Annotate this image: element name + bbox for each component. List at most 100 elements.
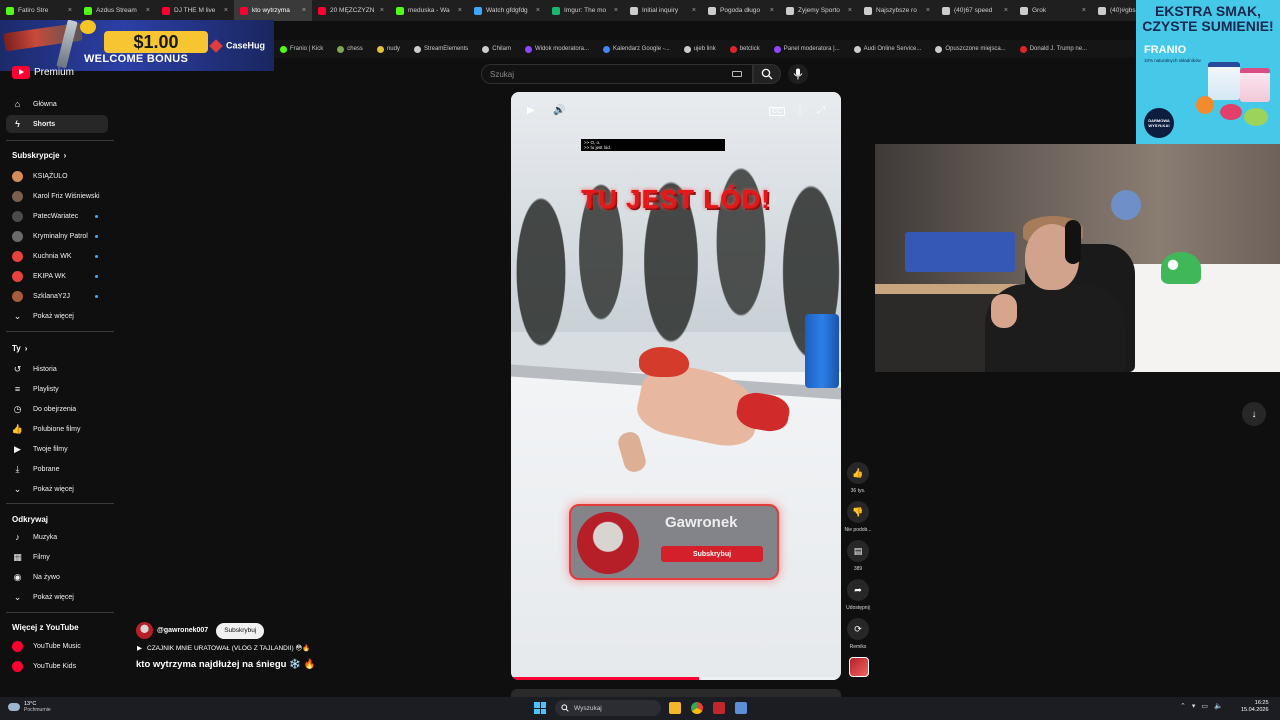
close-icon[interactable]: × — [614, 7, 618, 14]
weather-widget[interactable]: 13°C Pochmurnie — [8, 701, 51, 713]
channel-avatar[interactable] — [136, 622, 153, 639]
bookmark-link[interactable]: Kalendarz Google -... — [603, 45, 670, 53]
sidebar-item[interactable]: KSIĄŻULO — [6, 167, 108, 185]
chrome-icon[interactable] — [691, 702, 703, 714]
volume-icon[interactable]: 🔊 — [553, 105, 565, 116]
file-explorer-icon[interactable] — [669, 702, 681, 714]
sidebar-item[interactable]: PatecWariatec — [6, 207, 108, 225]
sidebar-item[interactable]: Karol Friz Wiśniewski — [6, 187, 108, 205]
captions-icon[interactable]: CC — [769, 107, 786, 116]
tray-icon[interactable]: ▾ — [1192, 702, 1196, 710]
sidebar-item[interactable]: Kryminalny Patrol — [6, 227, 108, 245]
browser-tab[interactable]: Najszybsze ro × — [858, 0, 936, 21]
dislike-button[interactable]: 👎 Nie podob... — [843, 501, 873, 533]
windows-start-icon[interactable] — [534, 702, 546, 714]
bookmark-link[interactable]: StreamElements — [413, 45, 468, 53]
sidebar-item[interactable]: 👍 Polubione filmy — [6, 420, 108, 438]
next-short-preview[interactable] — [511, 689, 841, 697]
bookmark-link[interactable]: Panel moderatora |... — [773, 45, 840, 53]
bookmark-link[interactable]: Audi Online Service... — [853, 45, 921, 53]
browser-tab[interactable]: (40)67 speed × — [936, 0, 1014, 21]
sidebar-item[interactable]: YouTube Kids — [6, 657, 108, 675]
related-video-link[interactable]: ▶ CZAJNIK MNIE URATOWAŁ (VLOG Z TAJLANDI… — [137, 644, 310, 652]
close-icon[interactable]: × — [302, 7, 306, 14]
browser-tab[interactable]: Żyjemy Sporto × — [780, 0, 858, 21]
subscribe-button[interactable]: Subskrybuj — [216, 622, 265, 639]
fullscreen-icon[interactable]: ⤢ — [817, 105, 825, 116]
settings-icon[interactable] — [735, 702, 747, 714]
sidebar-item[interactable]: EKIPA WK — [6, 267, 108, 285]
bookmark-link[interactable]: nudy — [376, 45, 400, 53]
network-icon[interactable]: ▭ — [1201, 702, 1208, 710]
bookmark-link[interactable]: betclick — [729, 45, 760, 53]
sound-thumbnail[interactable] — [849, 657, 869, 677]
casehug-ad-banner[interactable]: $1.00 WELCOME BONUS CaseHug — [0, 20, 274, 71]
remix-button[interactable]: ⟳ Remiks — [843, 618, 873, 650]
sidebar-item[interactable]: YouTube Music — [6, 637, 108, 655]
bookmark-link[interactable]: chess — [337, 45, 363, 53]
sidebar-item[interactable]: ◷ Do obejrzenia — [6, 400, 108, 418]
close-icon[interactable]: × — [458, 7, 462, 14]
system-tray[interactable]: ⌃ ▾ ▭ 🔈 — [1180, 702, 1223, 710]
sidebar-item[interactable]: ▦ Filmy — [6, 548, 108, 566]
sidebar-item[interactable]: ⌄ Pokaż więcej — [6, 480, 108, 498]
close-icon[interactable]: × — [224, 7, 228, 14]
close-icon[interactable]: × — [848, 7, 852, 14]
bookmark-link[interactable]: Franio | Kick — [280, 45, 323, 53]
sidebar-item[interactable]: ⌄ Pokaż więcej — [6, 307, 108, 325]
browser-tab[interactable]: kto wytrzyma × — [234, 0, 312, 21]
play-icon[interactable]: ▶ — [527, 105, 535, 116]
sidebar-item[interactable]: ϟ Shorts — [6, 115, 108, 133]
next-short-button[interactable]: ↓ — [1242, 402, 1266, 426]
bookmark-link[interactable]: Widok moderatora... — [524, 45, 589, 53]
close-icon[interactable]: × — [68, 7, 72, 14]
close-icon[interactable]: × — [692, 7, 696, 14]
search-input[interactable]: Szukaj — [481, 64, 753, 84]
browser-tab[interactable]: Watch gfdgfdg × — [468, 0, 546, 21]
bookmark-link[interactable]: Chilam — [482, 45, 511, 53]
sidebar-section-header[interactable]: Ty › — [12, 344, 27, 353]
keyboard-icon[interactable] — [732, 71, 742, 77]
browser-tab[interactable]: 20 MĘŻCZYZN × — [312, 0, 390, 21]
browser-tab[interactable]: meduska - Wa × — [390, 0, 468, 21]
close-icon[interactable]: × — [380, 7, 384, 14]
system-clock[interactable]: 16:25 15.04.2026 — [1241, 700, 1269, 714]
close-icon[interactable]: × — [1004, 7, 1008, 14]
browser-tab[interactable]: Pogoda długo × — [702, 0, 780, 21]
browser-tab[interactable]: DJ THE M live × — [156, 0, 234, 21]
sidebar-item[interactable]: ⤓ Pobrane — [6, 460, 108, 478]
youtube-logo[interactable]: Premium — [12, 66, 74, 79]
bookmark-link[interactable]: Opuszczone miejsca... — [935, 45, 1006, 53]
sidebar-item[interactable]: ≡ Playlisty — [6, 380, 108, 398]
sidebar-item[interactable]: ♪ Muzyka — [6, 528, 108, 546]
sidebar-item[interactable]: Kuchnia WK — [6, 247, 108, 265]
browser-tab[interactable]: Grok × — [1014, 0, 1092, 21]
sidebar-item[interactable]: ⌂ Główna — [6, 95, 108, 113]
close-icon[interactable]: × — [770, 7, 774, 14]
sidebar-item[interactable]: ▶ Twoje filmy — [6, 440, 108, 458]
sidebar-item[interactable]: SzklanaY2J — [6, 287, 108, 305]
browser-tab[interactable]: Imgur: The mo × — [546, 0, 624, 21]
close-icon[interactable]: × — [1082, 7, 1086, 14]
close-icon[interactable]: × — [146, 7, 150, 14]
voice-search-button[interactable] — [788, 64, 808, 84]
like-button[interactable]: 👍 36 tys. — [843, 462, 873, 494]
sidebar-item[interactable]: ⌄ Pokaż więcej — [6, 588, 108, 606]
sidebar-item[interactable]: ↺ Historia — [6, 360, 108, 378]
browser-tab[interactable]: Azdus Stream × — [78, 0, 156, 21]
more-options-icon[interactable]: ⋮ — [795, 105, 805, 116]
bookmark-link[interactable]: Donald J. Trump ne... — [1019, 45, 1087, 53]
taskbar-search[interactable]: Wyszukaj — [555, 700, 661, 716]
channel-handle[interactable]: @gawronek007 — [157, 627, 208, 634]
close-icon[interactable]: × — [536, 7, 540, 14]
volume-icon[interactable]: 🔈 — [1214, 702, 1223, 710]
sidebar-item[interactable]: ◉ Na żywo — [6, 568, 108, 586]
browser-tab[interactable]: Fatiro Stre × — [0, 0, 78, 21]
comments-button[interactable]: ▤ 389 — [843, 540, 873, 572]
chevron-up-icon[interactable]: ⌃ — [1180, 702, 1186, 710]
search-button[interactable] — [753, 64, 781, 84]
share-button[interactable]: ➦ Udostępnij — [843, 579, 873, 611]
shorts-video-player[interactable]: >> O, o. >> tu jest lód. TU JEST LÓD! Ga… — [511, 92, 841, 680]
sidebar-section-header[interactable]: Subskrypcje › — [12, 151, 66, 160]
app-icon[interactable] — [713, 702, 725, 714]
